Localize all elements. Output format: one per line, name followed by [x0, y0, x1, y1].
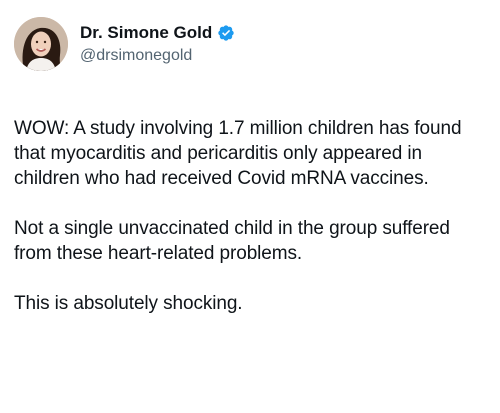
verified-badge-icon — [217, 24, 235, 42]
tweet-paragraph: Not a single unvaccinated child in the g… — [14, 218, 450, 264]
author-display-name[interactable]: Dr. Simone Gold — [80, 23, 212, 43]
tweet-text: WOW: A study involving 1.7 million child… — [14, 116, 486, 316]
tweet-paragraph: WOW: A study involving 1.7 million child… — [14, 118, 462, 189]
avatar[interactable] — [14, 17, 68, 71]
profile-photo-icon — [14, 17, 68, 71]
tweet-header: Dr. Simone Gold @drsimonegold — [14, 16, 486, 72]
tweet-card: Dr. Simone Gold @drsimonegold WOW: A stu… — [0, 0, 500, 413]
tweet-paragraph: This is absolutely shocking. — [14, 293, 243, 314]
name-row: Dr. Simone Gold — [80, 23, 235, 43]
author-names: Dr. Simone Gold @drsimonegold — [80, 23, 235, 65]
author-handle[interactable]: @drsimonegold — [80, 46, 235, 65]
